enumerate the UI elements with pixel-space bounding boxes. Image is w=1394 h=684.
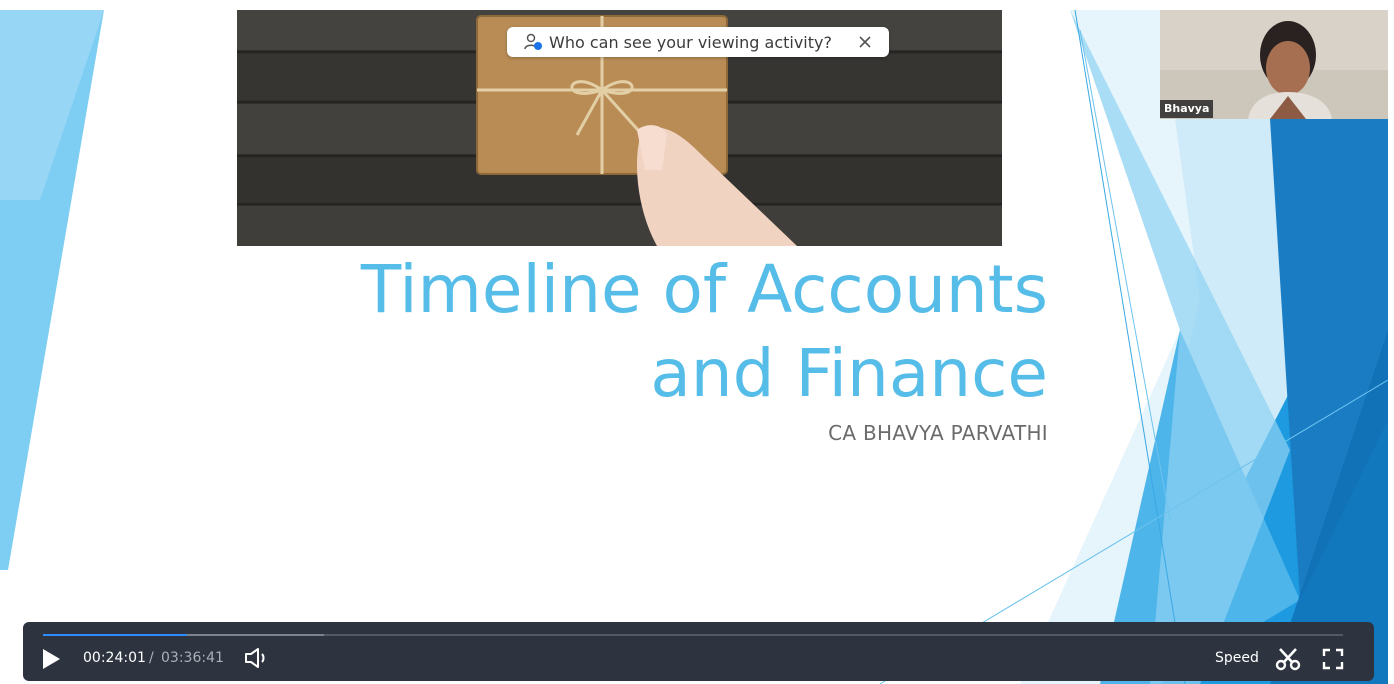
slide-subtitle: CA BHAVYA PARVATHI: [828, 421, 1048, 445]
slide-title: Timeline of Accounts and Finance: [228, 248, 1048, 416]
slide-title-line-1: Timeline of Accounts: [360, 251, 1048, 328]
volume-icon: [245, 648, 265, 668]
time-separator: /: [149, 650, 154, 666]
total-time: 03:36:41: [161, 650, 224, 666]
privacy-banner[interactable]: Who can see your viewing activity?: [507, 27, 889, 57]
fullscreen-icon: [1322, 648, 1344, 670]
close-icon[interactable]: [853, 30, 877, 54]
progress-fill: [43, 634, 188, 636]
fullscreen-button[interactable]: [1320, 646, 1346, 672]
player-control-bar: 00:24:01 / 03:36:41 Speed: [23, 622, 1374, 681]
scissors-icon: [1275, 648, 1301, 671]
current-time: 00:24:01: [83, 650, 146, 666]
user-privacy-icon: [523, 32, 543, 52]
volume-button[interactable]: [243, 646, 271, 670]
presentation-slide: Who can see your viewing activity? Timel…: [0, 0, 1394, 684]
participant-name-tag: Bhavya: [1160, 100, 1214, 118]
clip-button[interactable]: [1275, 646, 1301, 672]
play-button[interactable]: [39, 647, 63, 671]
play-icon: [43, 649, 60, 669]
slide-title-line-2: and Finance: [650, 335, 1048, 412]
privacy-banner-text: Who can see your viewing activity?: [549, 32, 832, 52]
speed-button[interactable]: Speed: [1215, 650, 1259, 666]
